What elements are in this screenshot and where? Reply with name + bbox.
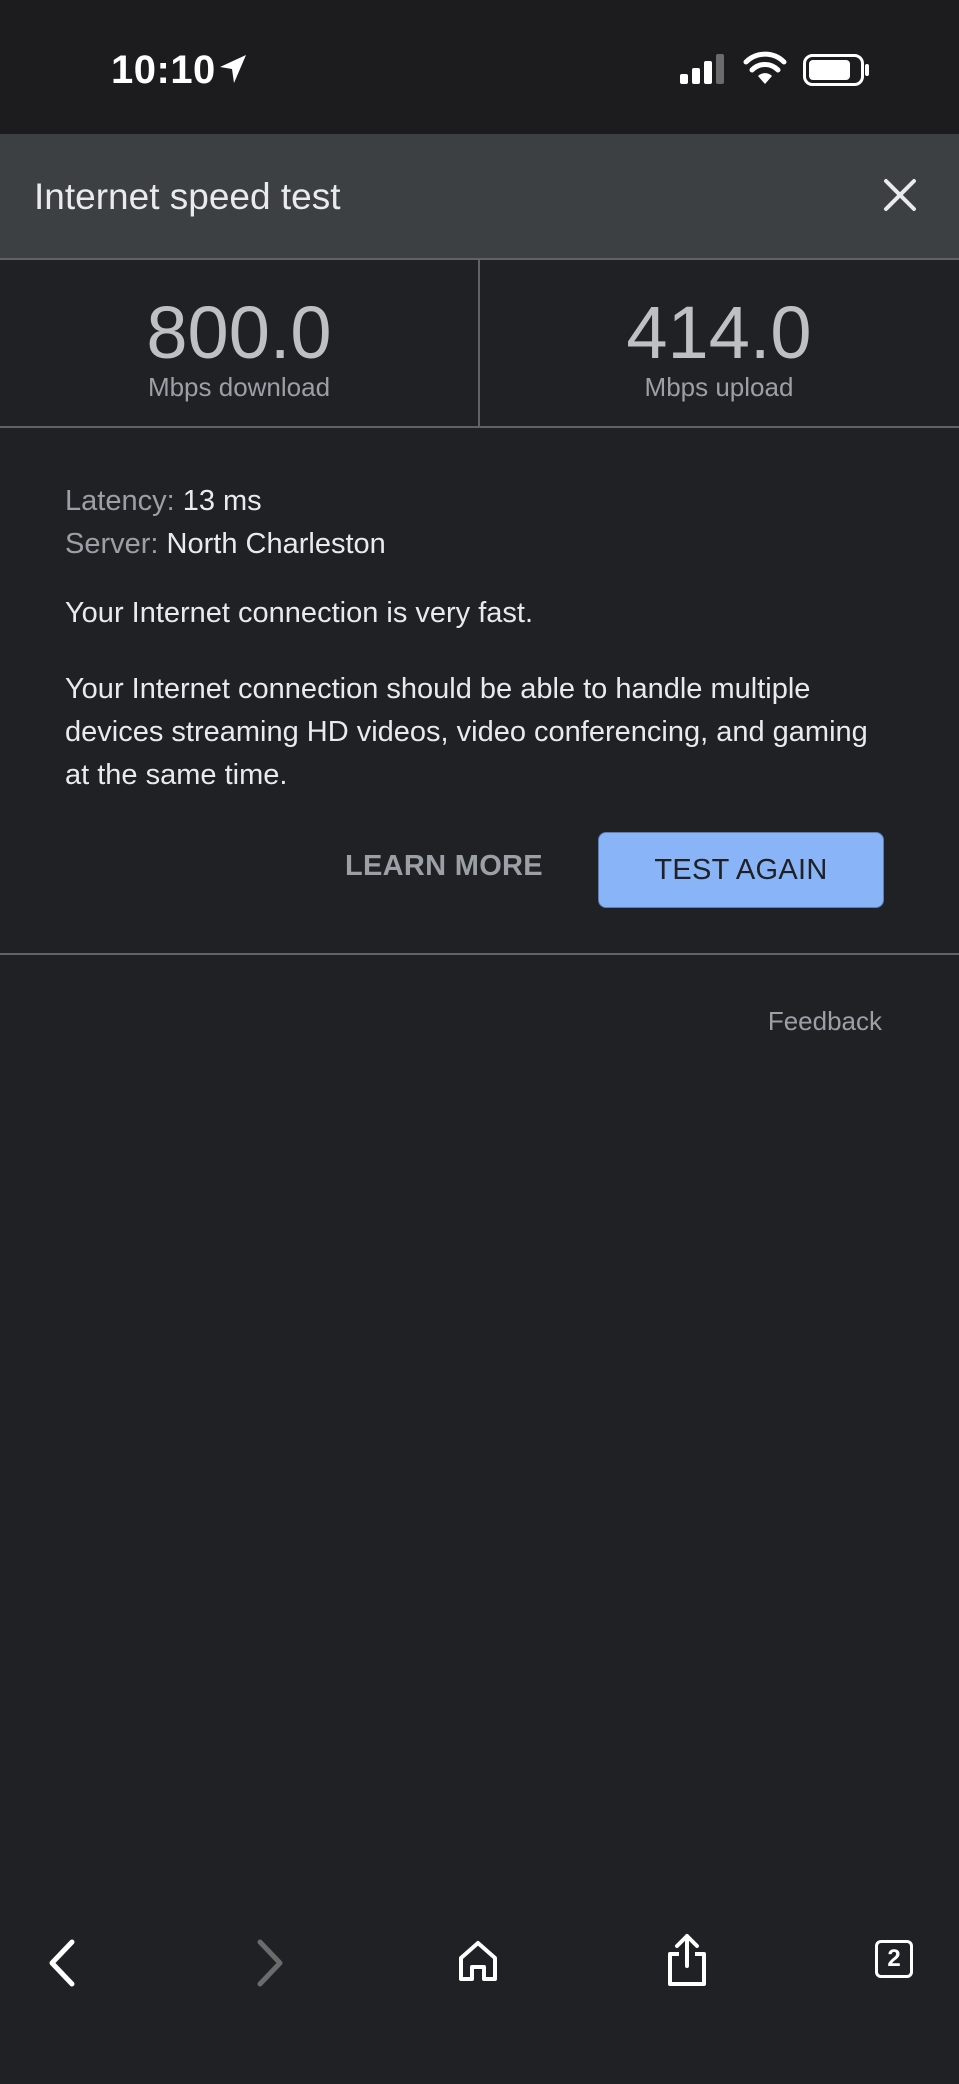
test-details: Latency: 13 ms Server: North Charleston — [65, 480, 905, 566]
server-label: Server: — [65, 528, 159, 560]
close-icon[interactable] — [880, 175, 920, 215]
location-arrow-icon — [220, 55, 246, 83]
server-value: North Charleston — [166, 528, 386, 560]
home-icon[interactable] — [456, 1938, 500, 1984]
status-time: 10:10 — [111, 48, 216, 92]
test-again-button[interactable]: TEST AGAIN — [598, 832, 884, 908]
latency-row: Latency: 13 ms — [65, 480, 905, 523]
feedback-link[interactable]: Feedback — [768, 1006, 882, 1037]
speed-metrics: 800.0 Mbps download 414.0 Mbps upload — [0, 258, 959, 428]
back-icon[interactable] — [44, 1938, 80, 1988]
speed-summary: Your Internet connection is very fast. — [65, 597, 534, 629]
download-value: 800.0 — [146, 291, 332, 374]
status-bar: 10:10 — [0, 0, 959, 134]
forward-icon[interactable] — [252, 1938, 288, 1988]
latency-value: 13 ms — [182, 485, 262, 517]
section-divider — [0, 953, 959, 955]
cellular-signal-icon — [680, 54, 724, 84]
tabs-icon[interactable]: 2 — [875, 1940, 913, 1978]
download-label: Mbps download — [147, 372, 331, 402]
wifi-icon — [743, 51, 787, 84]
share-icon[interactable] — [665, 1932, 709, 1988]
learn-more-button[interactable]: LEARN MORE — [345, 850, 543, 883]
download-metric: 800.0 Mbps download — [0, 260, 478, 426]
speed-description: Your Internet connection should be able … — [65, 673, 868, 791]
upload-label: Mbps upload — [644, 372, 794, 402]
upload-metric: 414.0 Mbps upload — [480, 260, 958, 426]
page-title: Internet speed test — [34, 176, 341, 217]
upload-value: 414.0 — [626, 291, 812, 374]
browser-toolbar — [0, 1900, 959, 2084]
speed-test-header: Internet speed test — [0, 134, 959, 258]
server-row: Server: North Charleston — [65, 523, 905, 566]
latency-label: Latency: — [65, 485, 175, 517]
battery-icon — [803, 54, 869, 86]
